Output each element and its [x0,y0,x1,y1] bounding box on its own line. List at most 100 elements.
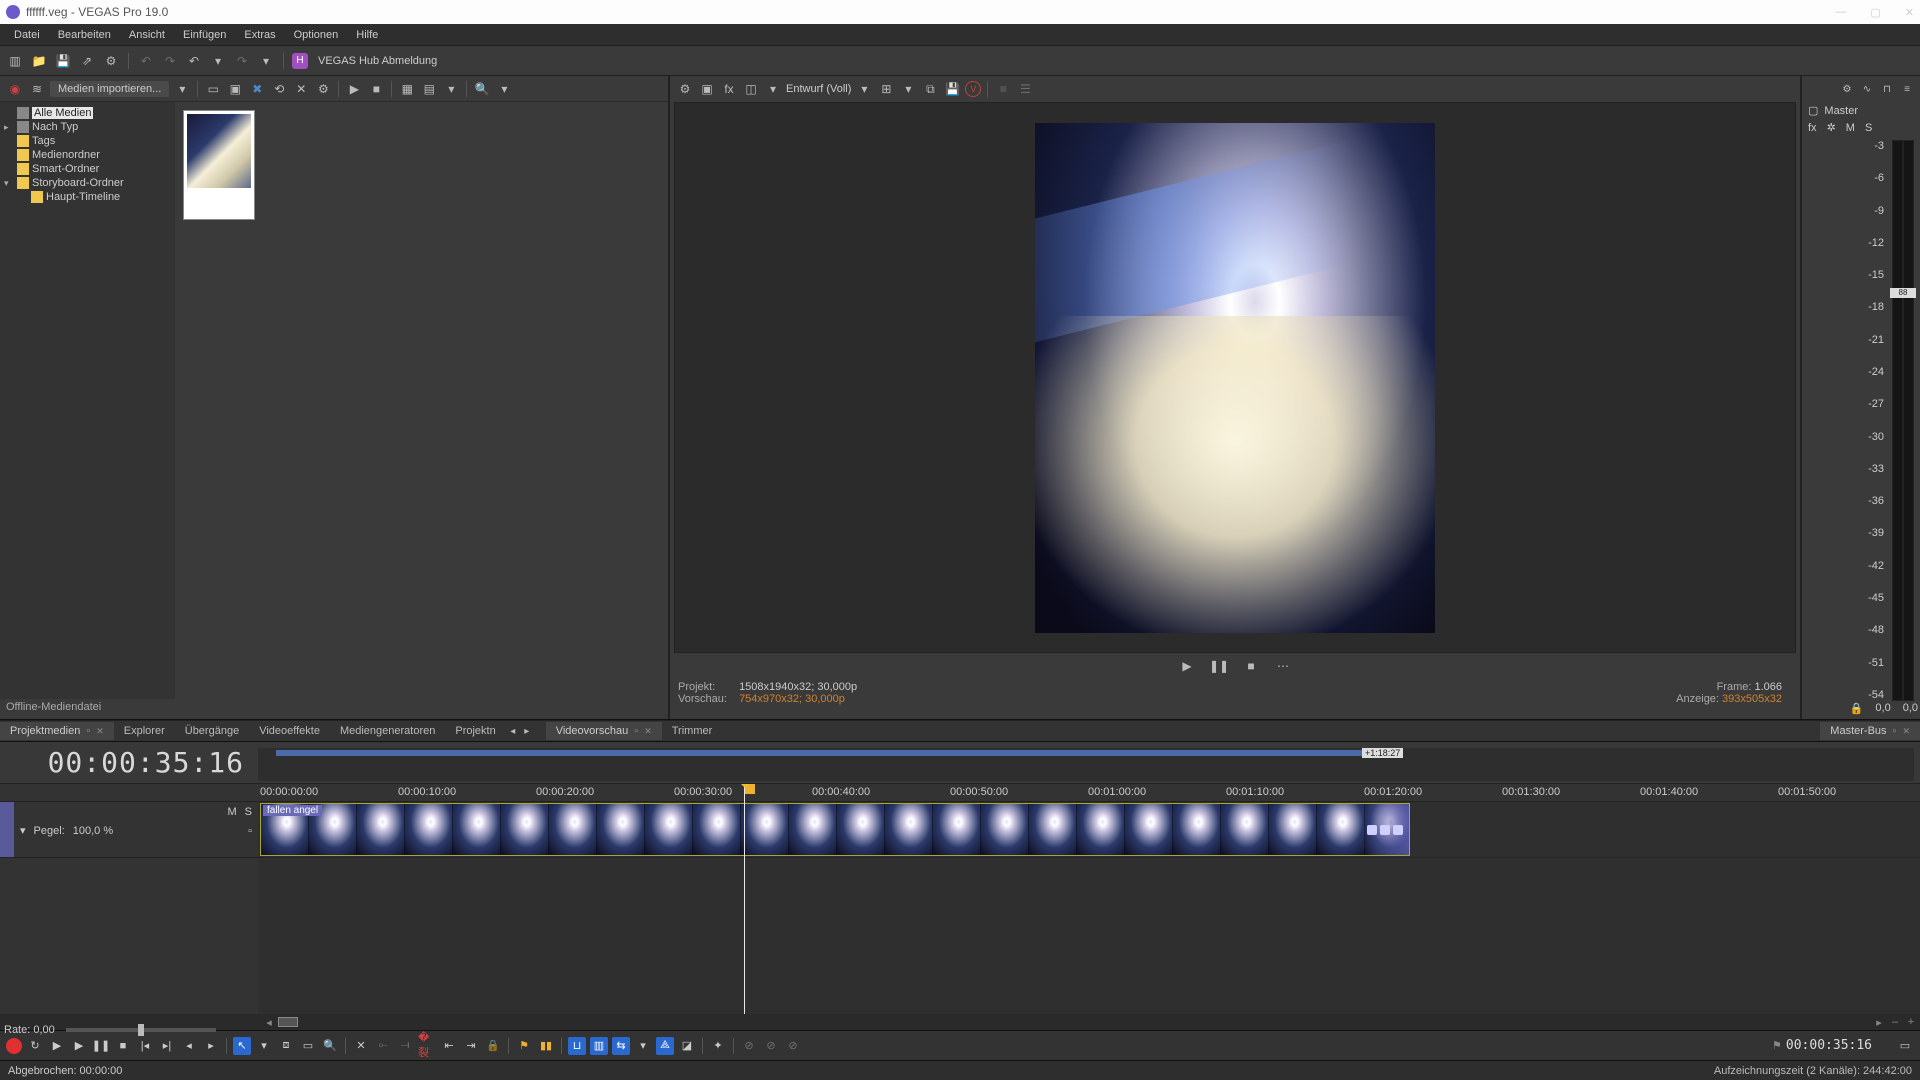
timeline-hscroll[interactable]: ◂ ▸ – + [0,1014,1920,1030]
preview-grid-icon[interactable]: ⊞ [877,80,895,98]
media-get-icon[interactable]: ▣ [226,80,244,98]
open-icon[interactable]: 📁 [30,52,48,70]
media-color-icon[interactable]: ▦ [398,80,416,98]
track-solo-button[interactable]: S [245,806,252,818]
stop-button[interactable]: ■ [114,1037,132,1055]
playhead[interactable] [744,784,745,1014]
ripple2-button[interactable]: ⇥ [462,1037,480,1055]
preview-fx-icon[interactable]: fx [720,80,738,98]
preview-split-icon[interactable]: ◫ [742,80,760,98]
marker-button[interactable]: ⚑ [515,1037,533,1055]
media-props-icon[interactable]: ⚙ [314,80,332,98]
tab-videovorschau[interactable]: Videovorschau▫✕ [546,722,662,740]
preview-stop-icon[interactable]: ■ [1242,657,1260,675]
media-stream-icon[interactable]: ≋ [28,80,46,98]
render-icon[interactable]: ⇗ [78,52,96,70]
preview-ext-icon[interactable]: ▣ [698,80,716,98]
master-mute-button[interactable]: M [1846,122,1855,134]
hscroll-plus-icon[interactable]: + [1904,1016,1918,1028]
track-lane-1[interactable]: fallen angel [258,802,1920,858]
next-frame-button[interactable]: ▸ [202,1037,220,1055]
tabs-right-arrow-icon[interactable]: ▸ [520,724,534,738]
preview-save-icon[interactable]: 💾 [943,80,961,98]
menu-optionen[interactable]: Optionen [286,27,347,43]
tree-tags[interactable]: Tags [2,134,173,148]
tab-close-icon[interactable]: ✕ [96,726,104,736]
menu-einfuegen[interactable]: Einfügen [175,27,234,43]
master-props-icon[interactable]: ⚙ [1840,82,1854,96]
save-icon[interactable]: 💾 [54,52,72,70]
ignore1-icon[interactable]: ⊘ [740,1037,758,1055]
media-stop-icon[interactable]: ■ [367,80,385,98]
hscroll-right-icon[interactable]: ▸ [1872,1016,1886,1029]
redo-icon[interactable]: ↷ [233,52,251,70]
track-min-icon[interactable]: ▾ [20,824,26,837]
master-mix-icon[interactable]: ≡ [1900,82,1914,96]
tab-videoeffekte[interactable]: Videoeffekte [249,722,330,740]
tab-projektmedien[interactable]: Projektmedien▫✕ [0,722,114,740]
media-capture-icon[interactable]: ▭ [204,80,222,98]
media-view-dd-icon[interactable]: ▾ [442,80,460,98]
maximize-button[interactable]: ▢ [1870,6,1880,19]
timeline-ruler[interactable]: 00:00:00:0000:00:10:0000:00:20:0000:00:3… [258,784,1920,802]
master-out-icon[interactable]: ⊓ [1880,82,1894,96]
normal-edit-tool[interactable]: ↖ [233,1037,251,1055]
track-mute-button[interactable]: M [227,806,236,818]
delete-button[interactable]: ✕ [352,1037,370,1055]
redo-split-icon[interactable]: ↷ [161,52,179,70]
track-header-1[interactable]: MS ▾ Pegel: 100,0 % ▫ [0,802,258,858]
menu-bearbeiten[interactable]: Bearbeiten [50,27,119,43]
crossfade-more-icon[interactable]: ◪ [678,1037,696,1055]
menu-ansicht[interactable]: Ansicht [121,27,173,43]
undo-dd-icon[interactable]: ▾ [209,52,227,70]
tree-nach-typ[interactable]: ▸Nach Typ [2,120,173,134]
redo-dd-icon[interactable]: ▾ [257,52,275,70]
master-fx-icon[interactable]: fx [1808,122,1817,134]
tab-projektnotizen[interactable]: Projektn [445,722,505,740]
ripple-button[interactable]: ⇤ [440,1037,458,1055]
master-dim-icon[interactable]: ∿ [1860,82,1874,96]
ignore3-icon[interactable]: ⊘ [784,1037,802,1055]
preview-play-icon[interactable]: ▶ [1178,657,1196,675]
ignore2-icon[interactable]: ⊘ [762,1037,780,1055]
envelope-tool[interactable]: ▭ [299,1037,317,1055]
hub-label[interactable]: VEGAS Hub Abmeldung [318,55,437,67]
preview-scope-icon[interactable]: V [965,81,981,97]
media-home-icon[interactable]: ◉ [6,80,24,98]
selection-tool[interactable]: ⧈ [277,1037,295,1055]
tab-master-bus[interactable]: Master-Bus▫✕ [1820,722,1920,740]
preview-adjust-icon[interactable]: ≡ [994,80,1012,98]
zoom-tool[interactable]: 🔍 [321,1037,339,1055]
tab-uebergaenge[interactable]: Übergänge [175,722,249,740]
transport-timecode[interactable]: 00:00:35:16 [1786,1038,1872,1053]
record-button[interactable] [6,1038,22,1054]
tree-alle-medien[interactable]: Alle Medien [2,106,173,120]
media-search-icon[interactable]: 🔍 [473,80,491,98]
tree-haupt-timeline[interactable]: Haupt-Timeline [2,190,173,204]
media-thumbnail[interactable] [183,110,255,220]
pause-button[interactable]: ❚❚ [92,1037,110,1055]
preview-grid-dd-icon[interactable]: ▾ [899,80,917,98]
media-view-icon[interactable]: ▤ [420,80,438,98]
preview-quality[interactable]: Entwurf (Voll) [786,83,851,95]
properties-icon[interactable]: ⚙ [102,52,120,70]
master-solo-button[interactable]: S [1865,122,1872,134]
go-start-button[interactable]: |◂ [136,1037,154,1055]
preview-copy-icon[interactable]: ⧉ [921,80,939,98]
minimize-button[interactable]: — [1835,6,1846,19]
trim-end-button[interactable]: ⟞ [396,1037,414,1055]
media-refresh-icon[interactable]: ⟲ [270,80,288,98]
region-button[interactable]: ▮▮ [537,1037,555,1055]
lock-button[interactable]: 🔒 [484,1037,502,1055]
preview-more-icon[interactable]: ⋯ [1274,657,1292,675]
video-clip[interactable]: fallen angel [260,803,1410,856]
timeline-overview[interactable]: +1:18:27 [258,748,1914,781]
media-x-icon[interactable]: ✕ [292,80,310,98]
trim-start-button[interactable]: ⟜ [374,1037,392,1055]
tree-medienordner[interactable]: Medienordner [2,148,173,162]
tab-mediengeneratoren[interactable]: Mediengeneratoren [330,722,445,740]
undo-icon[interactable]: ↶ [185,52,203,70]
hscroll-thumb[interactable] [278,1017,298,1027]
play-start-button[interactable]: ▶ [48,1037,66,1055]
tab-trimmer[interactable]: Trimmer [662,722,723,740]
